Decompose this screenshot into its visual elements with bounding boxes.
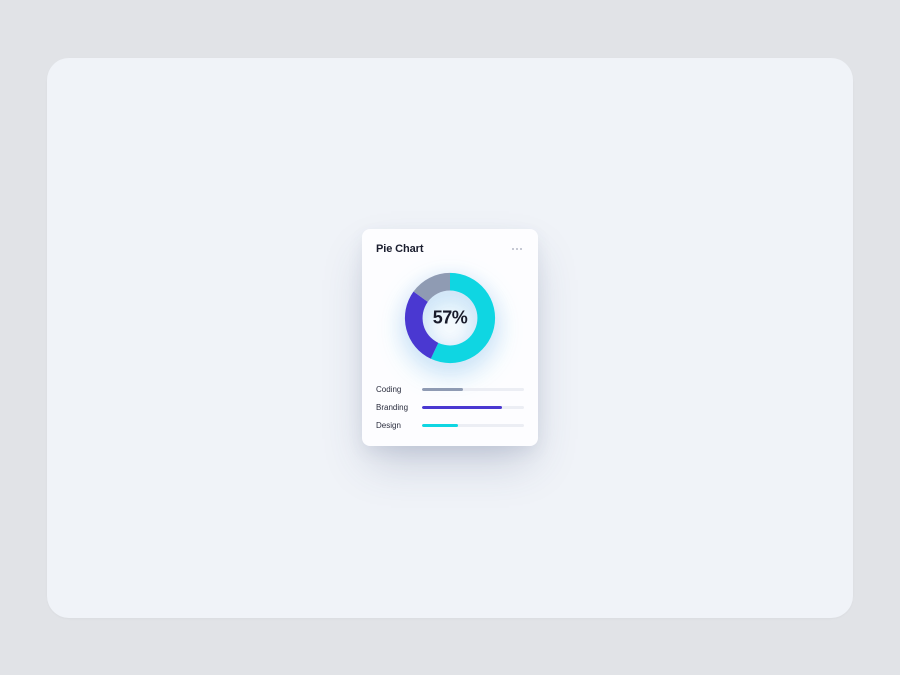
legend-label: Coding (376, 385, 414, 394)
legend-row-design: Design (376, 421, 524, 430)
legend-bar-track (422, 424, 524, 427)
legend-label: Design (376, 421, 414, 430)
card-title: Pie Chart (376, 243, 423, 255)
legend-bar-fill (422, 424, 458, 427)
card-header: Pie Chart (376, 243, 524, 255)
legend-row-branding: Branding (376, 403, 524, 412)
more-options-icon[interactable] (510, 246, 524, 252)
legend-label: Branding (376, 403, 414, 412)
legend-bar-fill (422, 406, 502, 409)
legend: Coding Branding Design (376, 385, 524, 430)
legend-row-coding: Coding (376, 385, 524, 394)
donut-center-value: 57% (433, 308, 468, 329)
legend-bar-track (422, 388, 524, 391)
canvas-surface: Pie Chart 57% Coding Branding Design (47, 58, 853, 618)
pie-chart-card: Pie Chart 57% Coding Branding Design (362, 229, 538, 446)
donut-chart: 57% (376, 269, 524, 367)
legend-bar-fill (422, 388, 463, 391)
legend-bar-track (422, 406, 524, 409)
